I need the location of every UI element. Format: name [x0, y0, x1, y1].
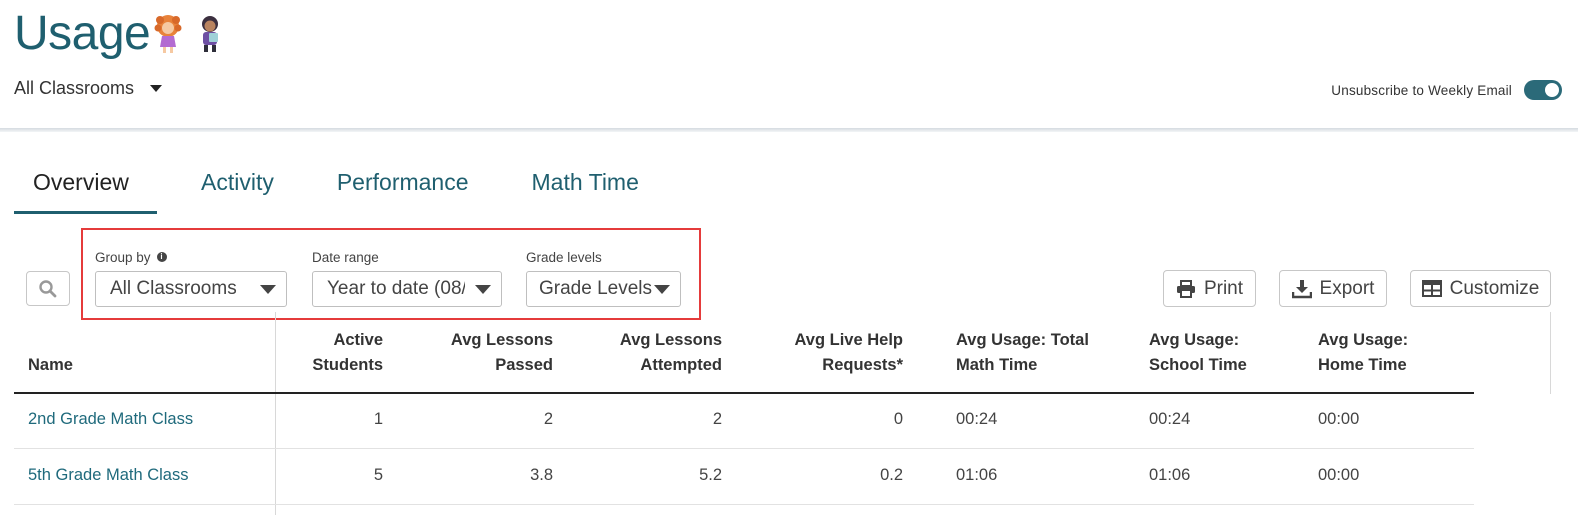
grade-levels-filter: Grade levels Grade Levels [526, 249, 681, 307]
classroom-dropdown-label: All Classrooms [14, 78, 135, 98]
caret-down-icon [260, 285, 276, 294]
date-range-label: Date range [312, 249, 379, 265]
date-range-select[interactable]: Year to date (08/ [312, 271, 502, 307]
header-active-students[interactable]: Active Students [243, 328, 383, 378]
tab-overview[interactable]: Overview [14, 160, 157, 214]
class-name-link[interactable]: 5th Grade Math Class [28, 466, 189, 485]
unsubscribe-label: Unsubscribe to Weekly Email [1331, 82, 1512, 98]
caret-down-icon [475, 285, 491, 294]
export-button[interactable]: Export [1279, 270, 1387, 307]
page-header: Usage All Classrooms Unsubscribe to Week… [0, 0, 1578, 128]
download-icon [1291, 279, 1312, 298]
header-avg-usage-total[interactable]: Avg Usage: Total Math Time [956, 328, 1126, 378]
unsubscribe-weekly-email: Unsubscribe to Weekly Email [1331, 80, 1562, 100]
header-name[interactable]: Name [28, 328, 73, 378]
customize-button[interactable]: Customize [1410, 270, 1551, 307]
cell-home-time: 00:00 [1318, 466, 1360, 484]
table-icon [1421, 280, 1442, 297]
cell-live-help: 0 [893, 410, 903, 428]
unsubscribe-toggle[interactable] [1524, 80, 1562, 100]
group-by-select[interactable]: All Classrooms [95, 271, 287, 307]
export-label: Export [1319, 277, 1375, 299]
cell-live-help: 0.2 [880, 466, 903, 484]
info-icon[interactable]: i [156, 252, 167, 262]
search-icon [39, 279, 57, 297]
caret-down-icon [654, 285, 670, 294]
grade-levels-label: Grade levels [526, 249, 602, 265]
toggle-knob [1545, 83, 1559, 97]
search-button[interactable] [26, 271, 70, 306]
class-name-link[interactable]: 2nd Grade Math Class [28, 410, 193, 429]
row-divider [14, 448, 1474, 449]
printer-icon [1176, 279, 1195, 298]
cell-total-math-time: 00:24 [956, 410, 998, 428]
cell-lessons-attempted: 2 [712, 410, 722, 428]
date-range-filter: Date range Year to date (08/ [312, 249, 502, 307]
table-header-rule [14, 392, 1474, 394]
grade-levels-select[interactable]: Grade Levels [526, 271, 681, 307]
report-tabs: Overview Activity Performance Math Time [14, 160, 639, 214]
header-divider [0, 128, 1578, 132]
tab-math-time[interactable]: Math Time [532, 160, 639, 214]
header-avg-lessons-passed[interactable]: Avg Lessons Passed [403, 328, 553, 378]
cell-school-time: 01:06 [1149, 466, 1191, 484]
header-avg-lessons-attempted[interactable]: Avg Lessons Attempted [572, 328, 722, 378]
cell-home-time: 00:00 [1318, 410, 1360, 428]
group-by-value: All Classrooms [110, 278, 237, 299]
header-avg-usage-school[interactable]: Avg Usage: School Time [1149, 328, 1299, 378]
cell-lessons-passed: 2 [543, 410, 553, 428]
cell-active-students: 5 [373, 466, 383, 484]
chevron-down-icon [150, 85, 163, 92]
print-button[interactable]: Print [1163, 270, 1256, 307]
page-title: Usage [14, 7, 151, 60]
group-by-filter: Group by i All Classrooms [95, 249, 287, 307]
header-avg-live-help-requests[interactable]: Avg Live Help Requests* [743, 328, 904, 378]
row-divider [14, 504, 1474, 505]
mascot-girl-icon [154, 15, 182, 53]
cell-total-math-time: 01:06 [956, 466, 998, 484]
header-avg-usage-home[interactable]: Avg Usage: Home Time [1318, 328, 1468, 378]
cell-lessons-passed: 3.8 [530, 466, 553, 484]
cell-active-students: 1 [373, 410, 383, 428]
tab-performance[interactable]: Performance [337, 160, 469, 214]
tab-activity[interactable]: Activity [201, 160, 274, 214]
cell-lessons-attempted: 5.2 [699, 466, 722, 484]
table-edge-divider [1550, 312, 1551, 394]
cell-school-time: 00:24 [1149, 410, 1191, 428]
classroom-dropdown[interactable]: All Classrooms [14, 78, 163, 99]
group-by-label: Group by [95, 249, 151, 265]
grade-levels-value: Grade Levels [539, 278, 653, 299]
date-range-value: Year to date (08/ [327, 278, 465, 299]
mascot-kid-icon [202, 16, 218, 52]
customize-label: Customize [1449, 277, 1540, 299]
print-label: Print [1203, 277, 1244, 299]
